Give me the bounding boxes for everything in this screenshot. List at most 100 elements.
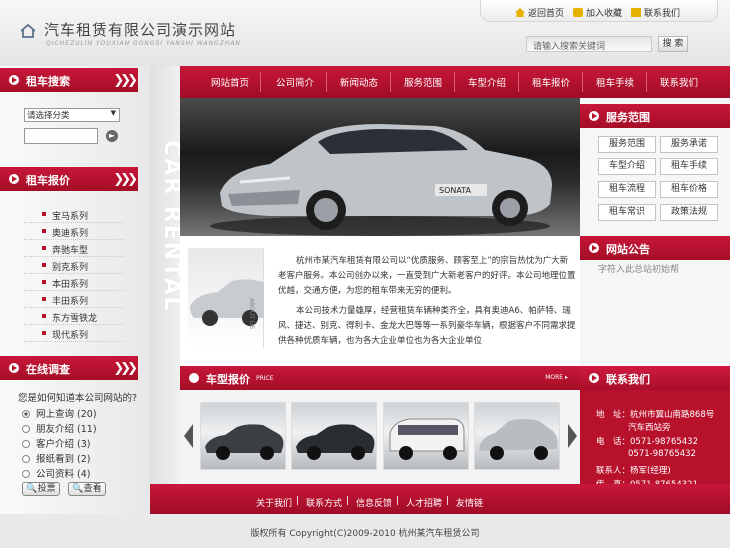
service-link[interactable]: 政策法规 <box>660 204 718 221</box>
nav-divider <box>582 72 583 92</box>
view-results-button[interactable]: 🔍查看 <box>68 482 106 496</box>
about-us-caption: ABOUT US <box>248 298 255 329</box>
contact-person: 联系人：杨军(经理) <box>596 466 671 476</box>
model-thumbnail[interactable] <box>474 402 560 470</box>
nav-divider <box>518 72 519 92</box>
nav-news[interactable]: 新闻动态 <box>340 75 378 89</box>
survey-option[interactable]: 公司资料 (4) <box>22 466 90 480</box>
chevrons-icon: ❯❯❯ <box>113 73 138 88</box>
model-thumbnail[interactable] <box>200 402 286 470</box>
site-title: 汽车租赁有限公司演示网站 <box>44 21 237 39</box>
arrow-bullet-icon <box>589 243 599 253</box>
arrow-bullet-icon <box>189 373 199 383</box>
model-thumbnail[interactable] <box>291 402 377 470</box>
nav-home[interactable]: 网站首页 <box>211 75 249 89</box>
survey-option[interactable]: 报纸看到 (2) <box>22 451 90 465</box>
car-thumbnail-icon: ABOUT US <box>190 279 264 329</box>
square-bullet-icon <box>42 246 46 250</box>
home-link[interactable]: 返回首页 <box>515 6 564 19</box>
site-title-pinyin: QICHEZULIN YOUXIAN GONGSI YANSHI WANGZHA… <box>46 40 241 47</box>
nav-contact[interactable]: 联系我们 <box>660 75 698 89</box>
sedan-image: SONATA <box>210 124 552 236</box>
nav-procedures[interactable]: 租车手续 <box>596 75 634 89</box>
square-bullet-icon <box>42 212 46 216</box>
footer-link[interactable]: 人才招聘 <box>406 496 442 509</box>
nav-divider <box>326 72 327 92</box>
square-bullet-icon <box>42 331 46 335</box>
keyword-input[interactable] <box>24 128 98 144</box>
footer-divider: | <box>446 496 450 506</box>
nav-prices[interactable]: 租车报价 <box>532 75 570 89</box>
square-bullet-icon <box>42 229 46 233</box>
service-link[interactable]: 服务范围 <box>598 136 656 153</box>
brand-item[interactable]: 本田系列 <box>24 274 124 291</box>
brand-item[interactable]: 丰田系列 <box>24 291 124 308</box>
mail-icon <box>631 8 641 17</box>
favorite-icon <box>573 8 583 17</box>
nav-divider <box>646 72 647 92</box>
nav-about[interactable]: 公司简介 <box>276 75 314 89</box>
footer-link[interactable]: 关于我们 <box>256 496 292 509</box>
footer-link[interactable]: 联系方式 <box>306 496 342 509</box>
brand-item[interactable]: 东方雪铁龙 <box>24 308 124 325</box>
carousel-prev-icon[interactable] <box>184 424 193 448</box>
vote-button[interactable]: 🔍投票 <box>22 482 60 496</box>
survey-option[interactable]: 朋友介绍 (11) <box>22 421 97 435</box>
arrow-bullet-icon <box>589 111 599 121</box>
contact-link[interactable]: 联系我们 <box>631 6 680 19</box>
radio-icon <box>22 455 30 463</box>
brand-item[interactable]: 现代系列 <box>24 325 124 342</box>
notice-text: 字符入此总站初始帮 <box>598 265 680 275</box>
model-thumbnail[interactable] <box>383 402 469 470</box>
contact-address: 地 址：杭州市翼山南路868号 <box>596 410 715 420</box>
search-button[interactable]: 搜 索 <box>658 36 688 52</box>
contact-header: 联系我们 <box>580 366 730 390</box>
nav-models[interactable]: 车型介绍 <box>468 75 506 89</box>
service-link[interactable]: 租车价格 <box>660 181 718 198</box>
category-select[interactable]: 请选择分类 ▼ <box>24 108 120 122</box>
footer-divider: | <box>346 496 350 506</box>
brand-item[interactable]: 别克系列 <box>24 257 124 274</box>
brand-item[interactable]: 宝马系列 <box>24 206 124 223</box>
carousel-next-icon[interactable] <box>568 424 577 448</box>
radio-icon <box>22 425 30 433</box>
service-link[interactable]: 服务承诺 <box>660 136 718 153</box>
contact-address-2: 汽车西站旁 <box>628 423 671 433</box>
car-rental-watermark: CAR RENTAL <box>159 140 184 313</box>
survey-option[interactable]: 客户介绍 (3) <box>22 436 90 450</box>
search-input[interactable]: 请输入搜索关键词 <box>526 36 652 52</box>
hero-banner: SONATA <box>180 98 580 236</box>
van-thumb-icon <box>389 418 465 460</box>
brand-item[interactable]: 奔驰车型 <box>24 240 124 257</box>
service-link[interactable]: 租车流程 <box>598 181 656 198</box>
footer-divider: | <box>296 496 300 506</box>
top-links: 返回首页 加入收藏 联系我们 <box>480 0 718 22</box>
go-button[interactable]: ► <box>106 130 118 142</box>
nav-divider <box>260 72 261 92</box>
survey-option[interactable]: 网上查询 (20) <box>22 406 97 420</box>
sedan-thumb-icon <box>205 424 284 460</box>
main-nav: 网站首页 公司简介 新闻动态 服务范围 车型介绍 租车报价 租车手续 联系我们 <box>180 66 730 98</box>
arrow-bullet-icon <box>9 75 19 85</box>
arrow-bullet-icon <box>9 174 19 184</box>
arrow-bullet-icon <box>589 373 599 383</box>
more-link[interactable]: MORE ▸ <box>545 374 568 381</box>
nav-services[interactable]: 服务范围 <box>404 75 442 89</box>
car-price-header: 租车报价 ❯❯❯ <box>0 167 138 191</box>
favorite-link[interactable]: 加入收藏 <box>573 6 622 19</box>
about-car-image: ABOUT US <box>188 248 264 348</box>
footer-link[interactable]: 友情链 <box>456 496 483 509</box>
service-link[interactable]: 车型介绍 <box>598 158 656 175</box>
square-bullet-icon <box>42 314 46 318</box>
square-bullet-icon <box>42 280 46 284</box>
footer-divider: | <box>396 496 400 506</box>
more-arrow-icon: ▸ <box>564 374 568 381</box>
footer-link[interactable]: 信息反馈 <box>356 496 392 509</box>
service-link[interactable]: 租车常识 <box>598 204 656 221</box>
brand-item[interactable]: 奥迪系列 <box>24 223 124 240</box>
radio-icon <box>22 440 30 448</box>
service-link[interactable]: 租车手续 <box>660 158 718 175</box>
vote-icon: 🔍 <box>26 484 38 494</box>
chevron-down-icon: ▼ <box>110 109 116 117</box>
home-icon <box>515 8 525 17</box>
